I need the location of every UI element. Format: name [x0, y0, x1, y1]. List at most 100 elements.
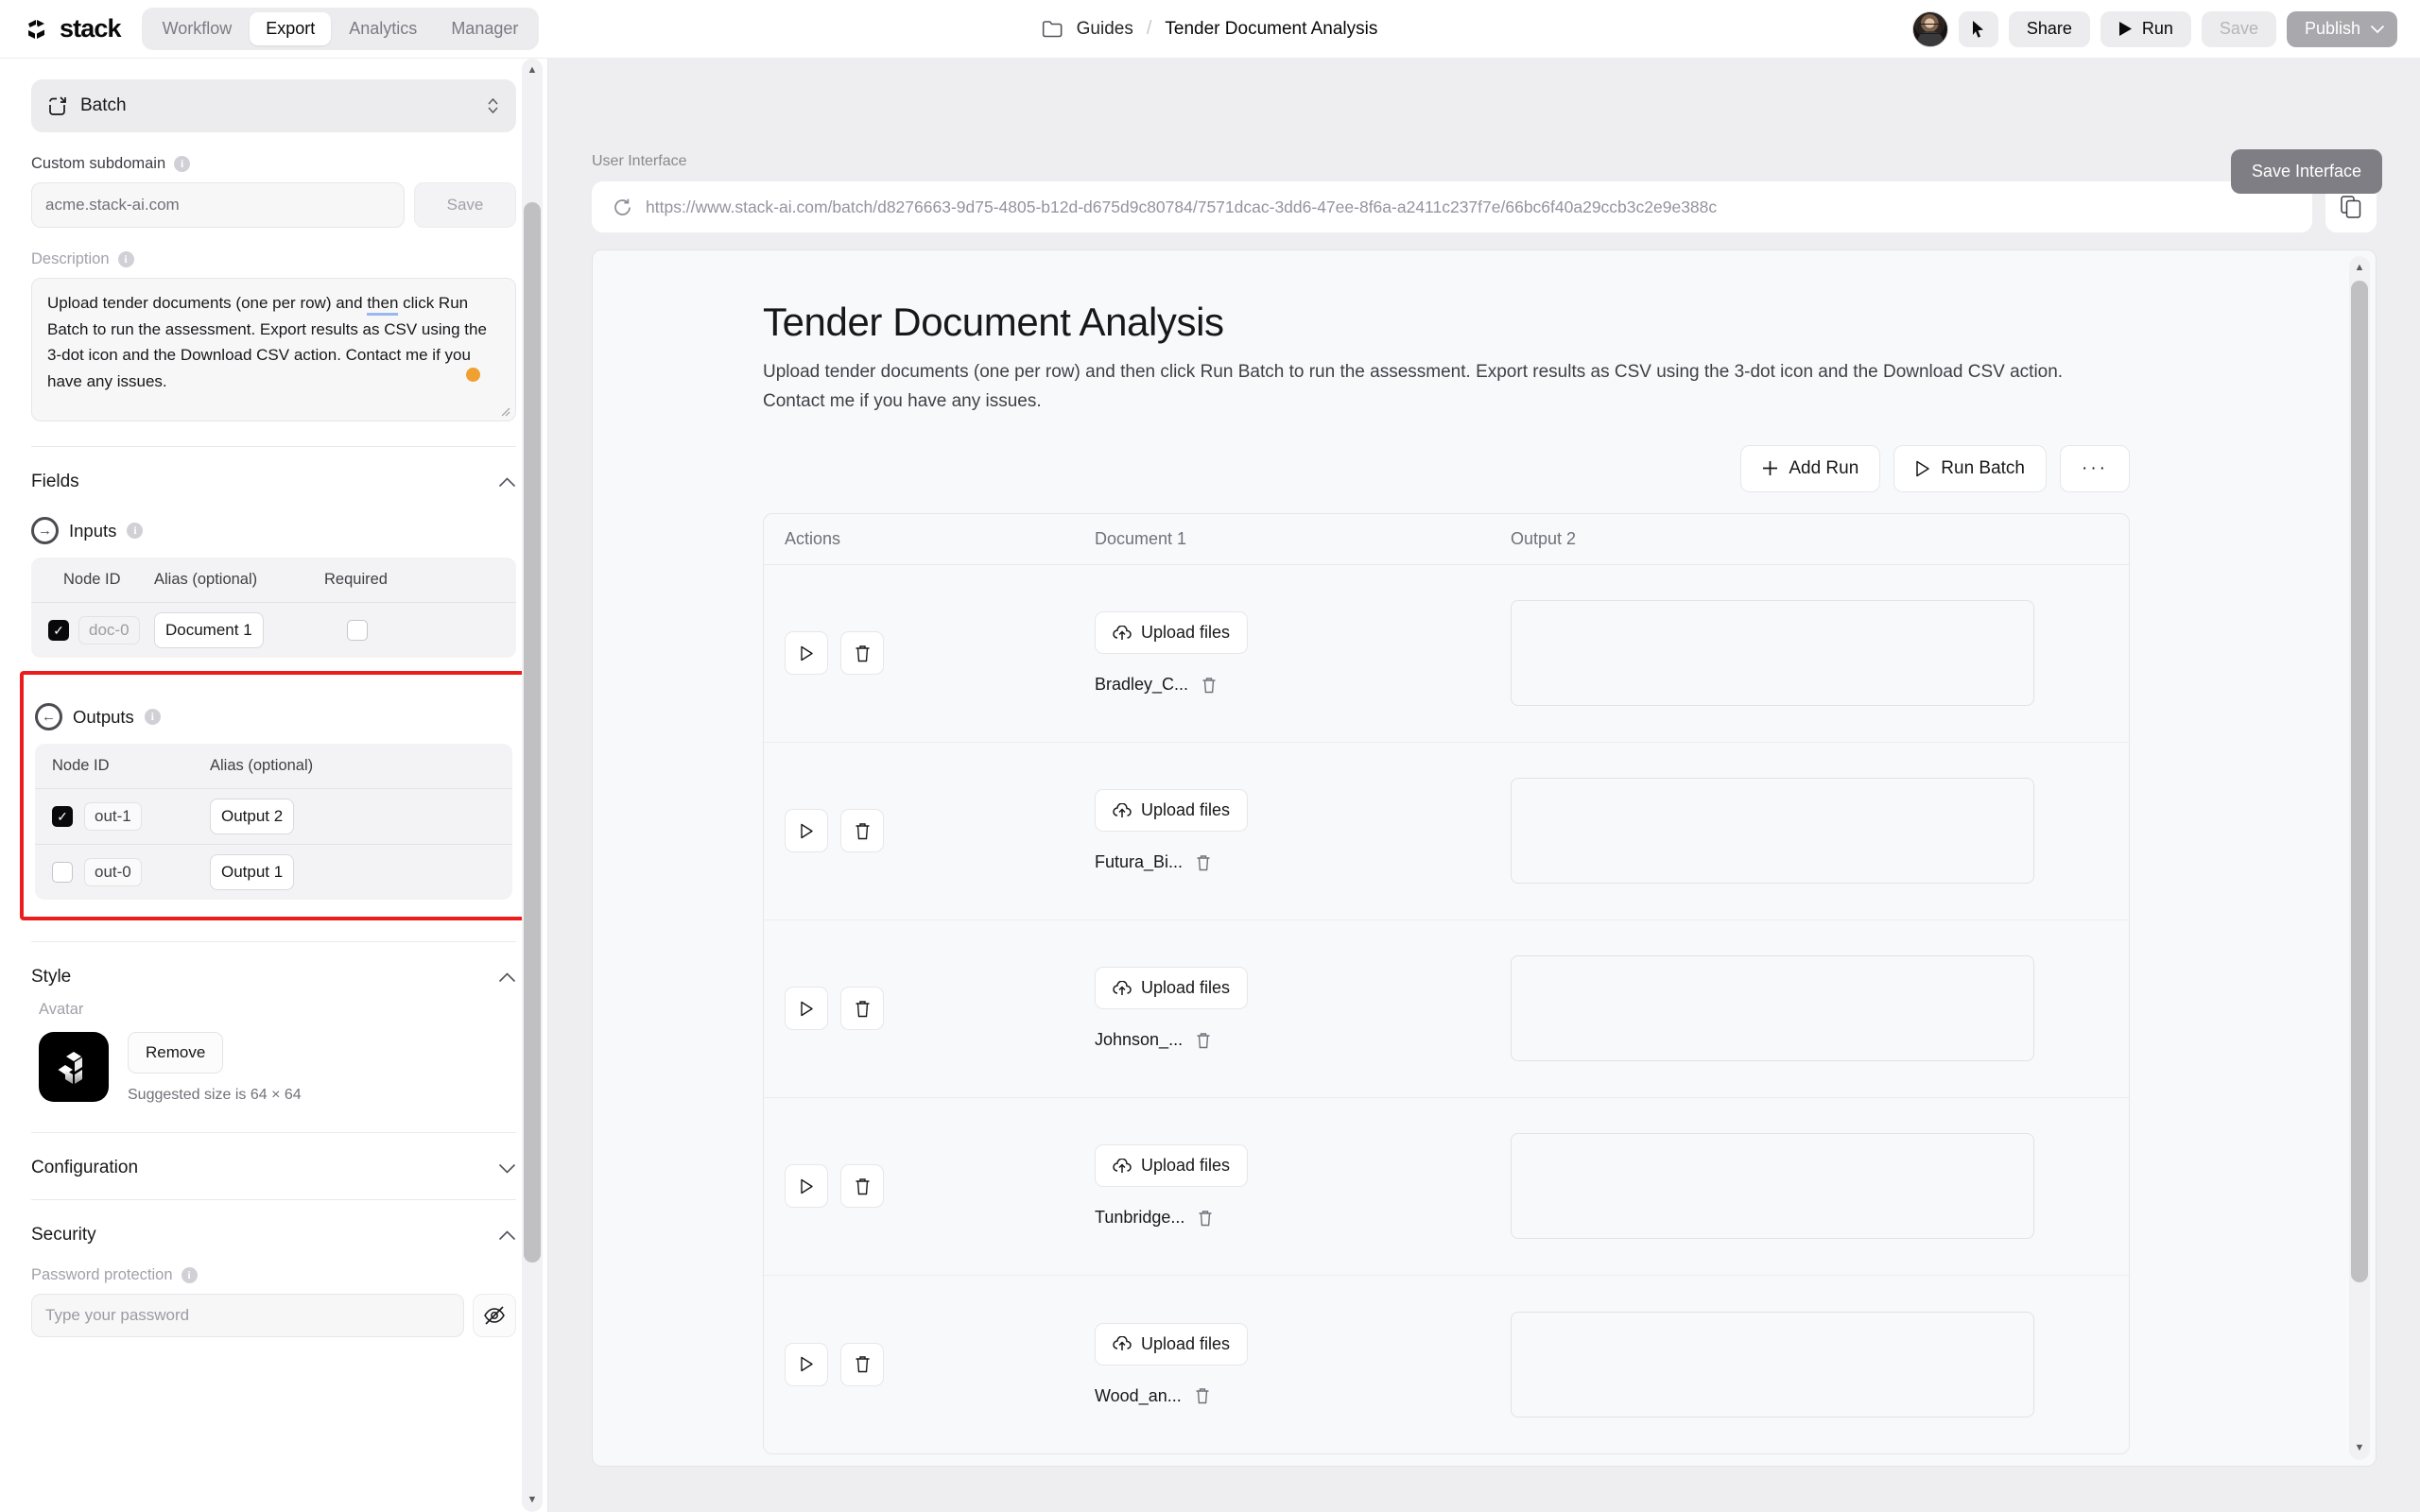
row-actions: [764, 1342, 1095, 1386]
info-icon[interactable]: i: [181, 1267, 198, 1283]
delete-row-button[interactable]: [840, 1164, 884, 1209]
sidebar-scrollbar[interactable]: ▲ ▼: [522, 59, 543, 1512]
mode-select-value: Batch: [80, 95, 127, 115]
avatar-size-hint: Suggested size is 64 × 64: [128, 1087, 302, 1103]
style-section-header[interactable]: Style: [31, 942, 516, 995]
output-textarea[interactable]: [1511, 600, 2034, 707]
row-actions: [764, 1164, 1095, 1209]
interface-preview-canvas: Tender Document Analysis Upload tender d…: [592, 249, 2377, 1467]
subdomain-save-button[interactable]: Save: [414, 182, 516, 228]
upload-files-button[interactable]: Upload files: [1095, 1144, 1249, 1188]
breadcrumb-separator: /: [1146, 18, 1152, 39]
publish-button[interactable]: Publish: [2286, 10, 2397, 47]
info-icon[interactable]: i: [174, 156, 191, 172]
nav-item-analytics[interactable]: Analytics: [333, 12, 433, 45]
trash-icon[interactable]: [1196, 854, 1211, 871]
share-button[interactable]: Share: [2008, 10, 2090, 47]
run-row-button[interactable]: [785, 987, 828, 1031]
row-actions: [764, 631, 1095, 676]
run-button[interactable]: Run: [2100, 10, 2191, 47]
input-required-checkbox[interactable]: [347, 620, 368, 641]
save-button[interactable]: Save: [2201, 10, 2276, 47]
preview-scroll-thumb[interactable]: [2351, 281, 2368, 1282]
output-node-id: out-1: [84, 802, 142, 831]
breadcrumb: Guides / Tender Document Analysis: [1042, 18, 1377, 40]
scroll-down-arrow-icon[interactable]: ▼: [527, 1488, 538, 1512]
row-document: Upload files Johnson_...: [1095, 967, 1511, 1050]
mode-select[interactable]: Batch: [31, 79, 516, 132]
delete-row-button[interactable]: [840, 809, 884, 853]
info-icon[interactable]: i: [144, 709, 161, 725]
output-textarea[interactable]: [1511, 1133, 2034, 1240]
upload-files-button[interactable]: Upload files: [1095, 967, 1249, 1010]
output-alias-field[interactable]: Output 2: [210, 799, 295, 834]
scroll-up-arrow-icon[interactable]: ▲: [2355, 256, 2365, 280]
col-header-output: Output 2: [1511, 528, 1577, 548]
nav-item-manager[interactable]: Manager: [435, 12, 534, 45]
delete-row-button[interactable]: [840, 631, 884, 676]
interface-url-bar[interactable]: https://www.stack-ai.com/batch/d8276663-…: [592, 181, 2312, 232]
chevron-up-icon[interactable]: [498, 971, 516, 983]
trash-icon[interactable]: [1201, 677, 1217, 694]
chevron-up-icon[interactable]: [498, 476, 516, 488]
uploaded-file: Wood_an...: [1095, 1386, 1210, 1406]
delete-row-button[interactable]: [840, 987, 884, 1031]
output-row-checkbox[interactable]: ✓: [52, 806, 73, 827]
security-section-header[interactable]: Security: [31, 1200, 516, 1253]
user-avatar[interactable]: [1911, 10, 1948, 47]
info-icon[interactable]: i: [127, 523, 144, 539]
fields-section-header[interactable]: Fields: [31, 447, 516, 500]
add-run-label: Add Run: [1789, 457, 1859, 478]
info-icon[interactable]: i: [117, 251, 134, 267]
input-alias-field[interactable]: Document 1: [154, 612, 264, 648]
refresh-icon[interactable]: [613, 198, 632, 217]
upload-files-button[interactable]: Upload files: [1095, 1322, 1249, 1366]
output-textarea[interactable]: [1511, 955, 2034, 1062]
output-textarea[interactable]: [1511, 778, 2034, 885]
trash-icon[interactable]: [1195, 1387, 1210, 1404]
description-textarea[interactable]: Upload tender documents (one per row) an…: [31, 278, 516, 421]
description-part-1: Upload tender documents (one per row) an…: [47, 294, 368, 312]
sidebar-scroll-thumb[interactable]: [524, 202, 541, 1263]
output-textarea[interactable]: [1511, 1311, 2034, 1418]
save-interface-button[interactable]: Save Interface: [2230, 149, 2382, 194]
password-input[interactable]: Type your password: [31, 1294, 464, 1337]
more-options-button[interactable]: ···: [2060, 444, 2130, 492]
nav-item-workflow[interactable]: Workflow: [147, 12, 249, 45]
run-row-button[interactable]: [785, 1164, 828, 1209]
stack-cubes-icon[interactable]: [39, 1032, 109, 1102]
nav-item-export[interactable]: Export: [250, 12, 332, 45]
resize-handle-icon[interactable]: [498, 404, 511, 418]
run-row-button[interactable]: [785, 1342, 828, 1386]
upload-files-button[interactable]: Upload files: [1095, 789, 1249, 833]
upload-files-button[interactable]: Upload files: [1095, 611, 1249, 655]
scroll-up-arrow-icon[interactable]: ▲: [527, 59, 538, 82]
security-title: Security: [31, 1225, 96, 1245]
eye-off-icon[interactable]: [473, 1294, 516, 1337]
run-batch-button[interactable]: Run Batch: [1893, 444, 2048, 492]
trash-icon[interactable]: [1196, 1032, 1211, 1049]
custom-subdomain-input[interactable]: acme.stack-ai.com: [31, 182, 405, 228]
configuration-section-header[interactable]: Configuration: [31, 1133, 516, 1186]
remove-avatar-button[interactable]: Remove: [128, 1032, 224, 1074]
add-run-button[interactable]: Add Run: [1740, 444, 1881, 492]
chevron-up-icon[interactable]: [498, 1229, 516, 1241]
breadcrumb-parent[interactable]: Guides: [1077, 19, 1133, 40]
preview-scrollbar[interactable]: ▲ ▼: [2349, 256, 2370, 1460]
chevron-down-icon[interactable]: [498, 1163, 516, 1174]
trash-icon[interactable]: [1198, 1210, 1213, 1227]
topbar-actions: Share Run Save Publish: [1911, 10, 2397, 47]
delete-row-button[interactable]: [840, 1342, 884, 1386]
file-name: Wood_an...: [1095, 1385, 1182, 1405]
input-row-checkbox[interactable]: ✓: [48, 620, 69, 641]
preview-content: Tender Document Analysis Upload tender d…: [593, 250, 2376, 1454]
scroll-down-arrow-icon[interactable]: ▼: [2355, 1436, 2365, 1460]
run-row-button[interactable]: [785, 809, 828, 853]
output-row-checkbox[interactable]: [52, 862, 73, 883]
batch-icon: [48, 95, 68, 116]
output-alias-field[interactable]: Output 1: [210, 854, 295, 890]
description-misspelled-word: then: [367, 294, 399, 316]
run-row-button[interactable]: [785, 631, 828, 676]
cursor-pointer-icon[interactable]: [1958, 10, 1998, 47]
comment-marker-icon[interactable]: [466, 368, 480, 382]
